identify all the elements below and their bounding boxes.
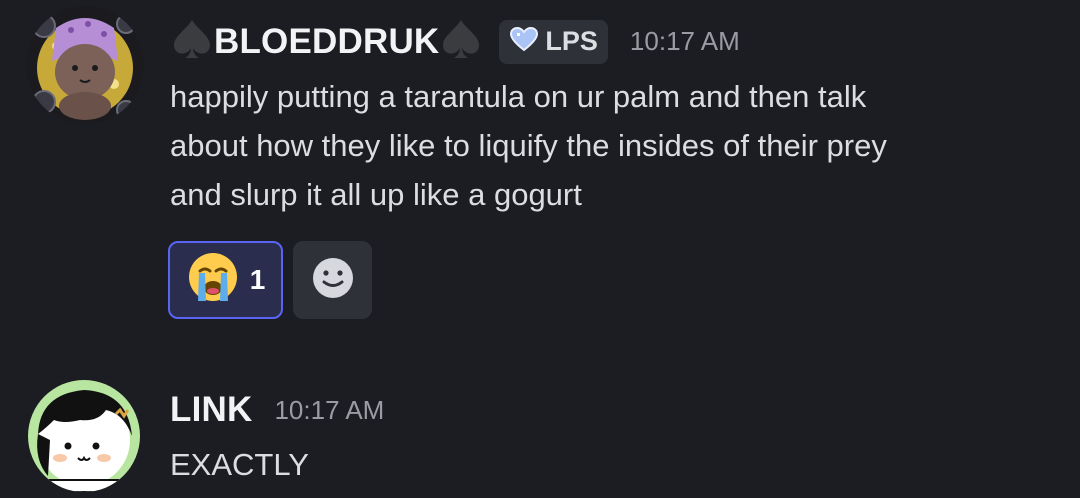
loudly-crying-emoji-icon [186, 251, 240, 310]
timestamp: 10:17 AM [274, 394, 385, 425]
avatar-image [26, 6, 144, 124]
message-header: LINK 10:17 AM [170, 390, 384, 430]
spade-icon [439, 18, 483, 65]
message-line: happily putting a tarantula on ur palm a… [170, 79, 867, 114]
add-reaction-button[interactable] [293, 241, 372, 319]
message-line: about how they like to liquify the insid… [170, 128, 887, 163]
timestamp: 10:17 AM [629, 26, 740, 56]
reaction-crying[interactable]: 1 [168, 241, 283, 319]
reaction-count: 1 [249, 264, 266, 295]
username[interactable]: LINK [170, 390, 252, 430]
spade-icon [170, 18, 214, 65]
add-reaction-icon [312, 257, 354, 304]
message-header: BLOEDDRUK LPS 10:17 AM [170, 18, 740, 65]
avatar-image [28, 380, 140, 492]
message-content: happily putting a tarantula on ur palm a… [170, 72, 1040, 219]
message-line: EXACTLY [170, 447, 309, 482]
message-content: EXACTLY [170, 440, 1040, 489]
server-tag[interactable]: LPS [499, 19, 608, 64]
avatar[interactable] [26, 6, 144, 124]
heart-icon [509, 26, 539, 57]
avatar[interactable] [28, 380, 140, 492]
username[interactable]: BLOEDDRUK [214, 22, 439, 62]
message-line: and slurp it all up like a gogurt [170, 177, 582, 212]
chat-log: BLOEDDRUK LPS 10:17 AM happily putting a… [0, 0, 1080, 498]
server-tag-label: LPS [545, 26, 598, 56]
reaction-bar: 1 [168, 241, 372, 319]
